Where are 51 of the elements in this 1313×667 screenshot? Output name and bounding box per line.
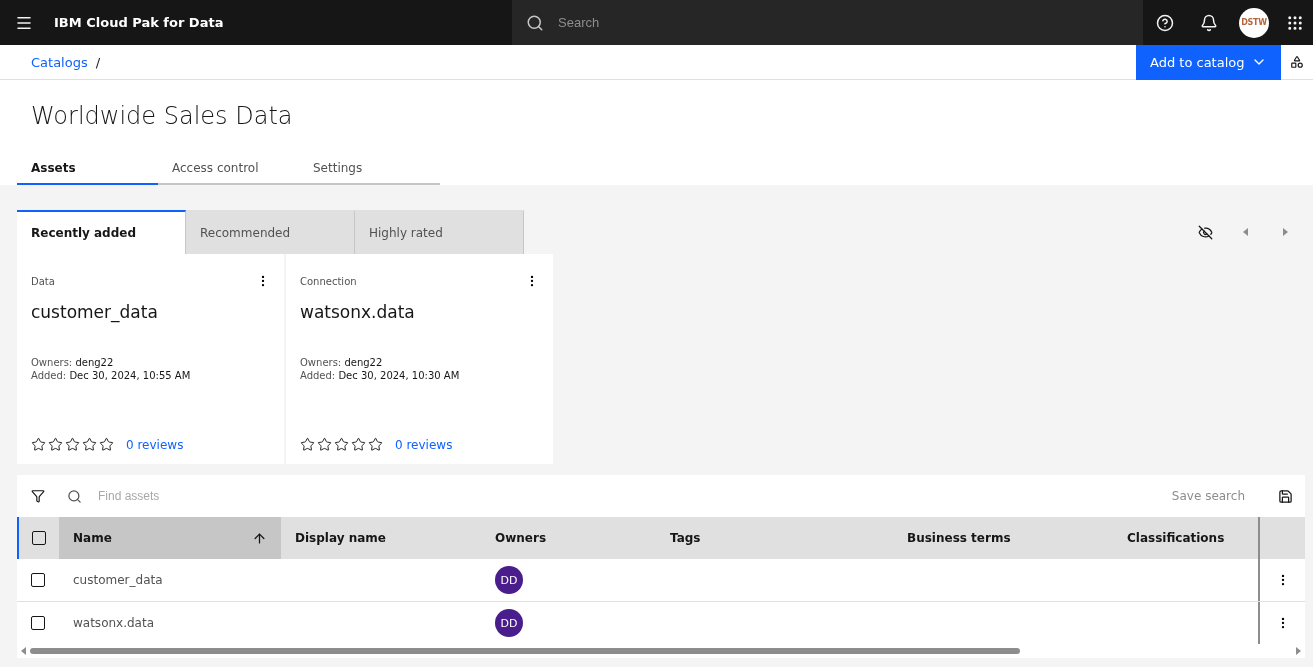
added-text: Added: Dec 30, 2024, 10:30 AM [300, 369, 461, 382]
star-icon[interactable] [99, 437, 114, 452]
content-tab[interactable]: Highly rated [355, 210, 524, 254]
star-icon[interactable] [82, 437, 97, 452]
breadcrumb-separator: / [95, 54, 101, 70]
tab[interactable]: Access control [158, 152, 299, 185]
asset-name: customer_data [31, 302, 159, 322]
search-icon [67, 488, 82, 504]
added-text: Added: Dec 30, 2024, 10:55 AM [31, 369, 192, 382]
owners-text: Owners: deng22 [31, 356, 115, 369]
page-title: Worldwide Sales Data [31, 102, 294, 130]
column-header[interactable]: Business terms [893, 517, 1113, 559]
star-icon[interactable] [368, 437, 383, 452]
asset-card[interactable]: Data customer_data Owners: deng22 Added: Dec 30, 2024, 10:55 AM 0 reviews [17, 254, 284, 464]
reviews-link[interactable]: 0 reviews [126, 437, 184, 452]
content-tab[interactable]: Recommended [186, 210, 355, 254]
content-tab[interactable]: Recently added [17, 210, 186, 254]
owners-text: Owners: deng22 [300, 356, 384, 369]
star-icon[interactable] [334, 437, 349, 452]
product-name: IBM Cloud Pak for Data [54, 15, 224, 30]
user-avatar[interactable]: DSTW [1239, 7, 1269, 38]
star-icon[interactable] [65, 437, 80, 452]
star-icon[interactable] [351, 437, 366, 452]
search-field[interactable]: Search [512, 0, 1143, 45]
star-icon[interactable] [31, 437, 46, 452]
column-header[interactable]: Classifications [1113, 517, 1258, 559]
breadcrumb-link[interactable]: Catalogs [31, 54, 88, 70]
owner-avatar: DD [495, 566, 523, 594]
reviews-link[interactable]: 0 reviews [395, 437, 453, 452]
select-all-checkbox[interactable] [32, 531, 46, 545]
star-icon[interactable] [48, 437, 63, 452]
add-to-catalog-button[interactable]: Add to catalog [1136, 44, 1281, 80]
star-icon[interactable] [317, 437, 332, 452]
asset-name: watsonx.data [300, 302, 416, 322]
search-icon [526, 13, 544, 32]
tab[interactable]: Assets [17, 152, 158, 185]
asset-card[interactable]: Connection watsonx.data Owners: deng22 Added: Dec 30, 2024, 10:30 AM 0 reviews [286, 254, 553, 464]
column-header[interactable]: Owners [481, 517, 656, 559]
asset-type: Data [31, 275, 55, 287]
column-header[interactable]: Name [59, 517, 281, 559]
table-cell-text: customer_data [72, 572, 164, 589]
tab[interactable]: Settings [299, 152, 440, 185]
column-header[interactable]: Tags [656, 517, 893, 559]
row-checkbox[interactable] [31, 616, 45, 630]
column-header[interactable]: Display name [281, 517, 481, 559]
row-checkbox[interactable] [31, 573, 45, 587]
table-cell-text: watsonx.data [72, 615, 156, 632]
owner-avatar: DD [495, 609, 523, 637]
star-icon[interactable] [300, 437, 315, 452]
asset-type: Connection [300, 275, 357, 287]
search-input[interactable]: Search [556, 14, 1056, 31]
